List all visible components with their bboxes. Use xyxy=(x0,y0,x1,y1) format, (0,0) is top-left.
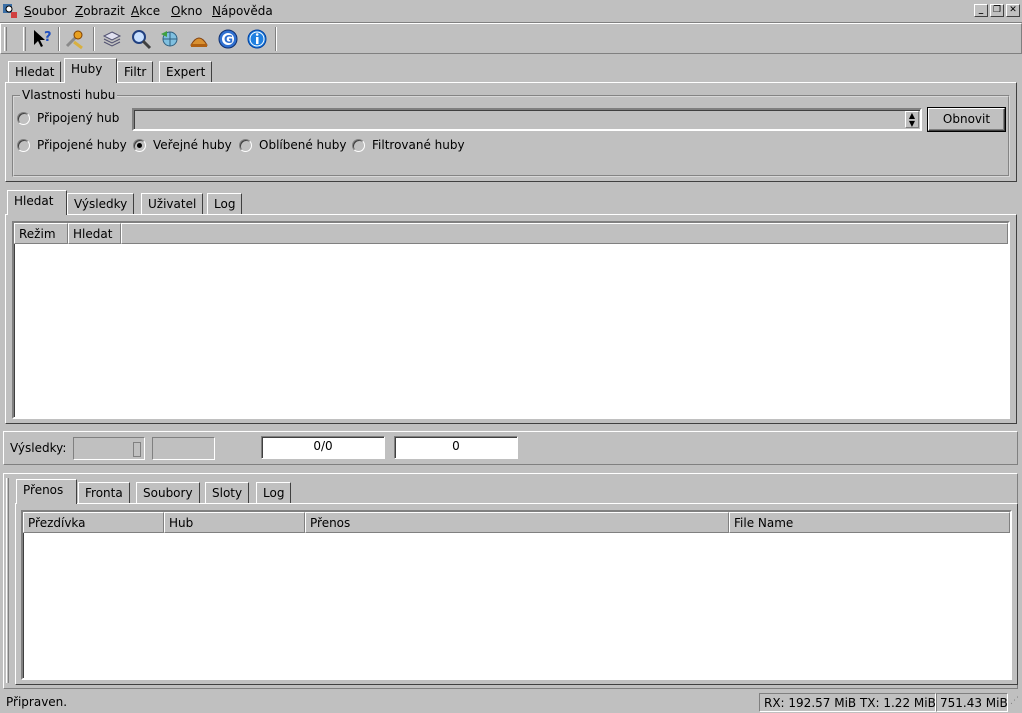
radio-public-hubs-label: Veřejné huby xyxy=(153,138,232,152)
search-table: Režim Hledat xyxy=(12,221,1010,419)
tab-user[interactable]: Uživatel xyxy=(141,193,204,215)
radio-favorite-hubs-label: Oblíbené huby xyxy=(259,138,347,152)
column-header-mode[interactable]: Režim xyxy=(14,223,68,244)
globe-transfer-icon[interactable] xyxy=(157,26,183,52)
tab-slots[interactable]: Sloty xyxy=(205,482,250,504)
menu-soubor[interactable]: Soubor xyxy=(24,4,66,18)
svg-text:?: ? xyxy=(44,30,52,45)
g-circle-icon[interactable]: G xyxy=(215,26,241,52)
radio-favorite-hubs[interactable] xyxy=(239,139,252,152)
radio-connected-hubs[interactable] xyxy=(17,139,30,152)
toolbar-separator xyxy=(58,27,60,51)
toolbar-grip[interactable] xyxy=(23,27,26,51)
toolbar-grip[interactable] xyxy=(4,27,7,51)
search-panel: Režim Hledat xyxy=(5,214,1017,424)
hub-properties-panel: Vlastnosti hubu Připojený hub ▲ ▼ Obnovit… xyxy=(5,82,1017,182)
panel-grip[interactable] xyxy=(6,478,9,683)
radio-public-hubs[interactable] xyxy=(133,139,146,152)
status-text: Připraven. xyxy=(6,695,68,709)
transfer-panel: Přezdívka Hub Přenos File Name xyxy=(15,503,1018,685)
close-button[interactable]: ✕ xyxy=(1006,4,1020,17)
tab-log[interactable]: Log xyxy=(207,193,243,215)
refresh-button[interactable]: Obnovit xyxy=(928,108,1005,131)
layers-icon[interactable] xyxy=(99,26,125,52)
results-count-field: 0 xyxy=(394,436,518,459)
app-icon xyxy=(2,3,18,19)
spin-arrows-icon[interactable] xyxy=(133,442,141,457)
menu-bar: Soubor Zobrazit Akce Okno Nápověda _ ❐ ✕ xyxy=(0,0,1022,23)
transfer-table: Přezdívka Hub Přenos File Name xyxy=(21,510,1012,680)
radio-connected-hubs-label: Připojené huby xyxy=(37,138,127,152)
menu-akce[interactable]: Akce xyxy=(131,4,160,18)
results-field xyxy=(152,437,215,460)
hub-combo[interactable]: ▲ ▼ xyxy=(132,108,922,131)
toolbar-separator xyxy=(275,27,277,51)
status-rxtx: RX: 192.57 MiB TX: 1.22 MiB xyxy=(759,693,936,712)
group-title: Vlastnosti hubu xyxy=(20,88,118,102)
radio-filtered-hubs[interactable] xyxy=(352,139,365,152)
menu-okno[interactable]: Okno xyxy=(171,4,202,18)
status-size: 751.43 MiB xyxy=(936,693,1008,712)
info-icon[interactable] xyxy=(244,26,270,52)
connected-hub-label: Připojený hub xyxy=(37,111,120,125)
tab-search[interactable]: Hledat xyxy=(7,190,67,215)
results-ratio-field: 0/0 xyxy=(261,436,385,459)
tab-hledat[interactable]: Hledat xyxy=(8,61,62,83)
toolbar-separator xyxy=(93,27,95,51)
cake-icon[interactable] xyxy=(186,26,212,52)
column-header-empty[interactable] xyxy=(121,223,1008,244)
status-bar: Připraven. RX: 192.57 MiB TX: 1.22 MiB 7… xyxy=(0,692,1022,713)
svg-text:G: G xyxy=(224,33,233,46)
size-grip-icon[interactable]: ⋰ xyxy=(1010,696,1020,710)
menu-napoveda[interactable]: Nápověda xyxy=(212,4,273,18)
tab-queue[interactable]: Fronta xyxy=(78,482,130,504)
tab-filtr[interactable]: Filtr xyxy=(117,61,154,83)
tab-results[interactable]: Výsledky xyxy=(67,193,135,215)
results-bar: Výsledky: 0/0 0 xyxy=(3,431,1018,465)
menu-zobrazit[interactable]: Zobrazit xyxy=(75,4,125,18)
settings-wrench-icon[interactable] xyxy=(62,26,88,52)
radio-connected-hub[interactable] xyxy=(17,112,30,125)
whats-this-icon[interactable]: ? xyxy=(29,26,55,52)
radio-filtered-hubs-label: Filtrované huby xyxy=(372,138,465,152)
column-header-transfer[interactable]: Přenos xyxy=(305,512,729,533)
tab-files[interactable]: Soubory xyxy=(136,482,200,504)
tab-expert[interactable]: Expert xyxy=(159,61,213,83)
column-header-hub[interactable]: Hub xyxy=(164,512,305,533)
search-magnifier-icon[interactable] xyxy=(128,26,154,52)
column-header-nickname[interactable]: Přezdívka xyxy=(23,512,164,533)
combo-arrows-icon[interactable]: ▲ ▼ xyxy=(905,111,919,128)
minimize-button[interactable]: _ xyxy=(974,4,988,17)
tab-huby[interactable]: Huby xyxy=(64,58,117,83)
restore-button[interactable]: ❐ xyxy=(990,4,1004,17)
column-header-file-name[interactable]: File Name xyxy=(729,512,1010,533)
results-count-spin[interactable] xyxy=(73,437,145,460)
toolbar: ? G xyxy=(0,23,1022,54)
column-header-search[interactable]: Hledat xyxy=(68,223,121,244)
tab-transfer-log[interactable]: Log xyxy=(256,482,292,504)
tab-transfer[interactable]: Přenos xyxy=(16,479,77,504)
results-label: Výsledky: xyxy=(10,441,67,455)
